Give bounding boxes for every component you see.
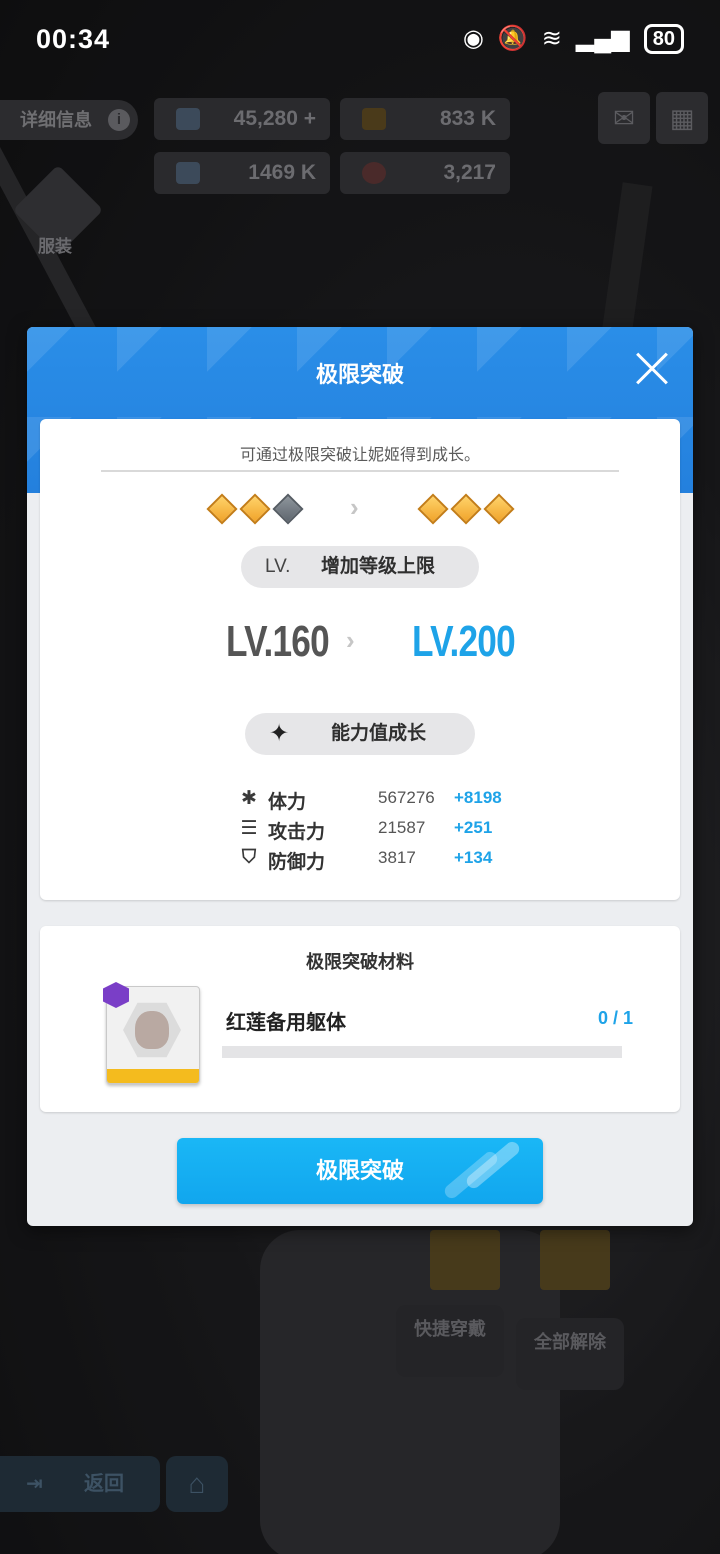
stat-row-defense: ⛉ 防御力 3817 +134	[40, 845, 680, 873]
menu-button[interactable]: ▦	[656, 92, 708, 144]
quick-equip-button[interactable]: 快捷穿戴	[396, 1305, 504, 1377]
resource-core-dust: 3,217	[340, 152, 510, 194]
star-icon	[417, 493, 449, 525]
stat-name: 体力	[268, 792, 307, 813]
stat-value: 21587	[378, 818, 426, 837]
star-icon	[450, 493, 482, 525]
divider	[101, 470, 619, 472]
materials-title: 极限突破材料	[306, 952, 414, 972]
material-progress-bar	[222, 1046, 622, 1058]
eye-icon: ◉	[462, 25, 484, 52]
mail-button[interactable]: ✉	[598, 92, 650, 144]
level-after: LV.200	[412, 617, 516, 666]
stat-growth-pill: ✦ 能力值成长	[245, 713, 475, 755]
star-empty-icon	[272, 493, 304, 525]
resource-credit: 833 K	[340, 98, 510, 140]
star-icon	[206, 493, 238, 525]
grid-icon: ▦	[669, 103, 695, 133]
gem-icon	[176, 108, 200, 130]
battery-indicator: 80	[643, 24, 684, 54]
level-before: LV.160	[226, 617, 330, 666]
shield-icon: ⛉	[241, 847, 257, 868]
chevron-right-icon: ›	[350, 492, 359, 522]
signal-icon: ▂▄▆	[575, 25, 630, 52]
back-label: 返回	[84, 1473, 124, 1495]
sparkle-icon: ✦	[269, 720, 290, 747]
dialog-title: 极限突破	[315, 362, 404, 387]
credit-icon	[362, 108, 386, 130]
stat-value: 567276	[378, 788, 435, 807]
limit-break-button-label: 极限突破	[315, 1158, 404, 1183]
materials-panel: 极限突破材料 红莲备用躯体 0 / 1	[40, 926, 680, 1112]
star-icon	[483, 493, 515, 525]
level-cap-pill: LV. 增加等级上限	[241, 546, 479, 588]
star-icon	[239, 493, 271, 525]
home-icon: ⌂	[188, 1468, 206, 1499]
stat-row-attack: ☰ 攻击力 21587 +251	[40, 815, 680, 843]
wifi-icon: ≋	[541, 25, 562, 52]
resource-credit-value: 833 K	[439, 107, 496, 130]
material-name: 红莲备用躯体	[226, 1012, 346, 1034]
detail-info-label: 详细信息	[20, 110, 92, 130]
resource-gem-value: 45,280 +	[233, 107, 316, 130]
level-cap-label: 增加等级上限	[321, 556, 436, 577]
stat-row-hp: ✱ 体力 567276 +8198	[40, 785, 680, 813]
battle-data-icon	[176, 162, 200, 184]
resource-gem[interactable]: 45,280 +	[154, 98, 330, 140]
stat-name: 防御力	[268, 852, 326, 873]
level-prefix: LV.	[265, 556, 291, 577]
attack-icon: ☰	[240, 818, 258, 839]
exit-icon: ⇥	[26, 1473, 43, 1495]
limit-break-button[interactable]: 极限突破	[177, 1138, 543, 1204]
material-count: 0 / 1	[598, 1008, 634, 1028]
chevron-right-icon: ›	[346, 625, 355, 655]
mail-icon: ✉	[613, 103, 635, 133]
clock: 00:34	[36, 24, 111, 54]
description-text: 可通过极限突破让妮姬得到成长。	[239, 447, 480, 464]
resource-core-dust-value: 3,217	[443, 161, 496, 184]
unequip-all-button[interactable]: 全部解除	[516, 1318, 624, 1390]
resource-battle-data: 1469 K	[154, 152, 330, 194]
growth-panel: 可通过极限突破让妮姬得到成长。 › LV. 增加等级上限 LV.160 › LV…	[40, 419, 680, 900]
stat-increase: +251	[454, 818, 493, 837]
limit-break-dialog: 极限突破 可通过极限突破让妮姬得到成长。 › LV. 增加等级上限 LV.160…	[27, 327, 693, 1226]
close-icon[interactable]	[635, 351, 669, 385]
detail-info-button[interactable]: 详细信息 i	[0, 100, 138, 140]
resource-battle-data-value: 1469 K	[248, 161, 316, 184]
stat-increase: +8198	[454, 788, 502, 807]
stat-growth-label: 能力值成长	[331, 723, 427, 744]
mute-bell-icon: 🔕	[497, 25, 528, 52]
character-portrait	[135, 1011, 169, 1049]
hp-icon: ✱	[241, 788, 257, 809]
stat-name: 攻击力	[268, 822, 326, 843]
stat-value: 3817	[378, 848, 416, 867]
info-icon: i	[108, 109, 130, 131]
core-dust-icon	[362, 162, 386, 184]
status-bar: 00:34 ◉ 🔕 ≋ ▂▄▆ 80	[0, 0, 720, 84]
home-button[interactable]: ⌂	[166, 1456, 228, 1512]
back-button[interactable]: ⇥ 返回	[0, 1456, 160, 1512]
costume-label: 服装	[38, 237, 72, 256]
stat-increase: +134	[454, 848, 493, 867]
